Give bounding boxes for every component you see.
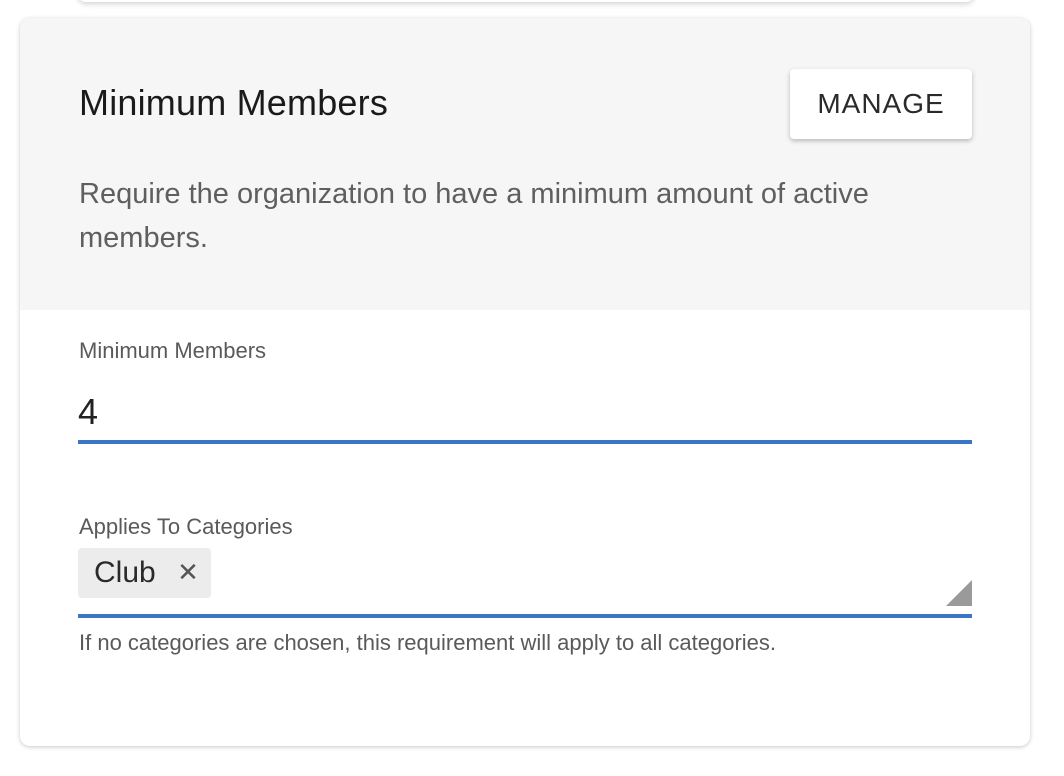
requirement-card: Minimum Members MANAGE Require the organ…: [20, 18, 1030, 746]
resize-handle-icon[interactable]: [946, 580, 972, 606]
categories-label: Applies To Categories: [79, 514, 293, 539]
previous-card-edge: [78, 0, 974, 2]
card-description: Require the organization to have a minim…: [79, 178, 869, 254]
categories-select[interactable]: Club ✕: [78, 548, 972, 618]
card-header: Minimum Members MANAGE Require the organ…: [20, 18, 1030, 310]
categories-helper-text: If no categories are chosen, this requir…: [79, 630, 777, 655]
category-chip: Club ✕: [78, 548, 211, 598]
category-chip-label: Club: [94, 556, 156, 589]
manage-button[interactable]: MANAGE: [790, 69, 972, 139]
minimum-members-input[interactable]: [78, 384, 972, 444]
card-title: Minimum Members: [79, 82, 389, 123]
close-icon[interactable]: ✕: [176, 558, 200, 586]
minimum-members-label: Minimum Members: [79, 338, 267, 363]
